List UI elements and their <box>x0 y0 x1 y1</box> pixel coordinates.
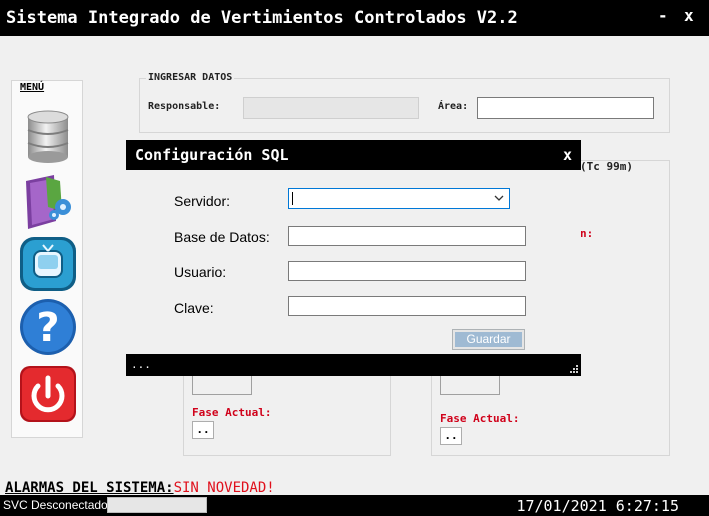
responsable-input[interactable] <box>243 97 419 119</box>
left-panel-box <box>192 375 252 395</box>
dialog-status-text: ... <box>131 358 151 371</box>
alarm-line: ALARMAS DEL SISTEMA:SIN NOVEDAD! <box>5 477 275 496</box>
title-bar: Sistema Integrado de Vertimientos Contro… <box>0 0 709 36</box>
help-icon[interactable]: ? <box>16 297 80 357</box>
base-datos-label: Base de Datos: <box>174 229 270 245</box>
database-icon[interactable] <box>16 109 80 169</box>
responsable-label: Responsable: <box>148 101 221 112</box>
dialog-close-button[interactable]: x <box>563 146 572 164</box>
app-title: Sistema Integrado de Vertimientos Contro… <box>6 8 518 28</box>
area-input[interactable] <box>477 97 654 119</box>
right-panel-box <box>440 375 500 395</box>
status-bar: SVC Desconectado 17/01/2021 6:27:15 <box>0 495 709 516</box>
right-panel-label: n: <box>580 227 594 240</box>
folder-settings-icon[interactable] <box>16 171 80 231</box>
right-fase-button[interactable]: .. <box>440 427 462 445</box>
alarm-value: SIN NOVEDAD! <box>173 480 275 496</box>
servidor-label: Servidor: <box>174 193 231 209</box>
right-panel-header: (Tc 99m) <box>580 160 633 173</box>
clave-label: Clave: <box>174 300 214 316</box>
guardar-button[interactable]: Guardar <box>452 329 525 350</box>
resize-grip-icon[interactable] <box>568 363 579 374</box>
base-datos-input[interactable] <box>288 226 526 246</box>
usuario-input[interactable] <box>288 261 526 281</box>
chevron-down-icon[interactable] <box>493 192 505 204</box>
power-icon[interactable] <box>16 364 80 424</box>
close-button[interactable]: x <box>684 6 694 25</box>
ingresar-datos-legend: INGRESAR DATOS <box>146 72 235 83</box>
usuario-label: Usuario: <box>174 264 227 280</box>
datetime: 17/01/2021 6:27:15 <box>516 497 679 515</box>
sql-config-dialog: Configuración SQL x Servidor: Base de Da… <box>126 140 581 376</box>
left-fase-label: Fase Actual: <box>192 406 272 419</box>
dialog-title-bar: Configuración SQL x <box>126 140 581 170</box>
alarm-label: ALARMAS DEL SISTEMA: <box>5 480 174 496</box>
guardar-label: Guardar <box>455 332 522 347</box>
dialog-status-bar: ... <box>126 354 581 376</box>
minimize-button[interactable]: - <box>658 6 668 25</box>
svg-text:?: ? <box>36 305 59 351</box>
area-label: Área: <box>438 101 469 112</box>
svc-status-text: SVC Desconectado <box>3 498 108 512</box>
right-fase-label: Fase Actual: <box>440 412 520 425</box>
monitor-icon[interactable] <box>16 233 80 293</box>
left-fase-button[interactable]: .. <box>192 421 214 439</box>
sidebar: MENÚ ? <box>11 80 83 438</box>
servidor-select[interactable] <box>288 188 510 209</box>
clave-input[interactable] <box>288 296 526 316</box>
text-caret <box>292 192 293 205</box>
svc-progress-bar <box>107 497 207 513</box>
menu-label: MENÚ <box>20 82 45 93</box>
dialog-title: Configuración SQL <box>135 146 289 164</box>
